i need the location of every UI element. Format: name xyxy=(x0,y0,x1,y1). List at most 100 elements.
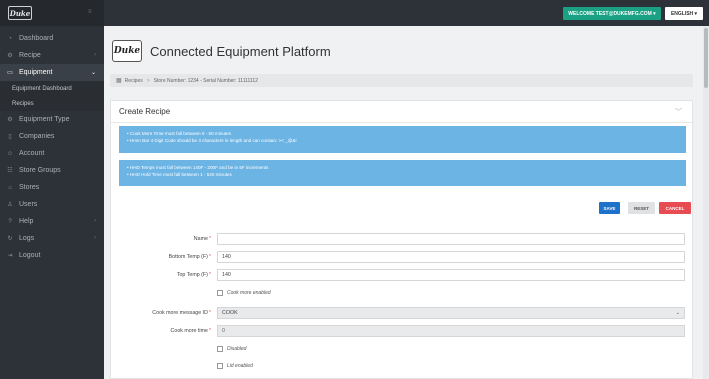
cancel-button[interactable]: CANCEL xyxy=(659,202,691,214)
logout-icon: ⇥ xyxy=(7,253,13,259)
checkbox-box[interactable] xyxy=(217,290,223,296)
collapse-chevron-icon[interactable]: ﹀ xyxy=(675,107,682,117)
recipe-icon: ⚙ xyxy=(7,53,13,59)
cook-more-message-label: Cook more message ID* xyxy=(152,310,211,316)
users-icon: ♙ xyxy=(7,202,13,208)
info-alert-cook: Cook More Time must fall between 0 - 60 … xyxy=(119,126,686,153)
checkbox-label: Cook more enabled xyxy=(227,290,271,296)
card-header: Create Recipe ﹀ xyxy=(111,101,692,123)
top-temp-input[interactable]: 140 xyxy=(217,269,685,281)
create-recipe-card: Create Recipe ﹀ Cook More Time must fall… xyxy=(110,100,693,379)
sidebar-item-account[interactable]: ☺ Account xyxy=(0,145,104,162)
scrollbar-thumb[interactable] xyxy=(704,28,708,88)
sidebar-item-store-groups[interactable]: ☷ Store Groups xyxy=(0,162,104,179)
sidebar-item-equipment[interactable]: ▭ Equipment ⌄ xyxy=(0,64,104,81)
chevron-right-icon: › xyxy=(94,218,96,224)
top-bar: WELCOME TEST@DUKEMFG.COM ▾ ENGLISH ▾ xyxy=(104,0,709,26)
sidebar-item-label: Logs xyxy=(19,235,35,242)
save-button[interactable]: SAVE xyxy=(599,202,620,214)
sidebar-item-label: Help xyxy=(19,218,34,225)
breadcrumb: ▦ Recipes > Store Number: 1234 - Serial … xyxy=(110,74,693,87)
lid-enabled-checkbox[interactable]: Lid enabled xyxy=(217,361,253,371)
menu-toggle-icon[interactable]: ≡ xyxy=(88,9,93,15)
page-title: Connected Equipment Platform xyxy=(150,43,331,59)
building-icon: ▯ xyxy=(8,134,12,140)
chevron-right-icon: › xyxy=(94,52,96,58)
sidebar-item-label: Users xyxy=(19,201,38,208)
checkbox-label: Disabled xyxy=(227,346,247,352)
grid-icon: ▦ xyxy=(116,78,122,84)
language-dropdown[interactable]: ENGLISH ▾ xyxy=(665,7,703,20)
sidebar-item-label: Recipe xyxy=(19,52,41,59)
bottom-temp-row: Bottom Temp (F)* 140 xyxy=(111,251,694,263)
store-icon: ⌂ xyxy=(8,184,12,191)
cook-more-enabled-checkbox[interactable]: Cook more enabled xyxy=(217,288,271,298)
main-content: Duke Connected Equipment Platform ▦ Reci… xyxy=(104,26,703,379)
sidebar-item-label: Dashboard xyxy=(19,35,54,42)
help-icon: ? xyxy=(8,218,12,225)
cook-more-message-select[interactable]: COOK ⌄ xyxy=(217,307,685,319)
info-line: HHD Temps must fall between 140F - 200F … xyxy=(127,164,678,171)
info-line: HHD Hold Time must fall between 1 - 540 … xyxy=(127,171,678,178)
sidebar-item-logout[interactable]: ⇥ Logout xyxy=(0,247,104,264)
bottom-temp-input[interactable]: 140 xyxy=(217,251,685,263)
sidebar-item-label: Logout xyxy=(19,252,41,259)
disabled-checkbox[interactable]: Disabled xyxy=(217,344,246,354)
sidebar-item-label: Account xyxy=(19,150,45,157)
breadcrumb-current: Store Number: 1234 - Serial Number: 1111… xyxy=(153,77,258,84)
sidebar-item-recipe[interactable]: ⚙ Recipe › xyxy=(0,47,104,64)
cook-more-time-row: Cook more time* 0 xyxy=(111,325,694,337)
card-title: Create Recipe xyxy=(119,107,171,116)
sidebar-item-dashboard[interactable]: ◔ Dashboard xyxy=(0,30,104,47)
reset-button[interactable]: RESET xyxy=(628,202,655,214)
dashboard-icon: ◔ xyxy=(8,35,12,42)
select-value: COOK xyxy=(222,310,238,316)
sidebar-item-label: Equipment Type xyxy=(19,116,70,123)
brand-logo[interactable]: Duke xyxy=(8,6,32,20)
submenu-item-recipes[interactable]: Recipes xyxy=(0,96,104,111)
group-icon: ☷ xyxy=(7,168,13,174)
sidebar-item-label: Equipment xyxy=(19,69,53,76)
sidebar-item-label: Companies xyxy=(19,133,55,140)
sidebar-item-help[interactable]: ? Help › xyxy=(0,213,104,230)
sidebar-menu: ◔ Dashboard ⚙ Recipe › ▭ Equipment ⌄ Equipment D… xyxy=(0,26,104,264)
chevron-right-icon: › xyxy=(94,235,96,241)
submenu-item-equipment-dashboard[interactable]: Equipment Dashboard xyxy=(0,81,104,96)
page-header: Duke Connected Equipment Platform xyxy=(112,36,331,66)
top-temp-label: Top Temp (F)* xyxy=(176,272,211,278)
user-menu-button[interactable]: WELCOME TEST@DUKEMFG.COM ▾ xyxy=(563,7,661,20)
sidebar-item-companies[interactable]: ▯ Companies xyxy=(0,128,104,145)
sidebar-item-logs[interactable]: ↻ Logs › xyxy=(0,230,104,247)
info-line: Hmm Bar 4 Digit Code should be 4 charact… xyxy=(127,137,678,144)
logs-icon: ↻ xyxy=(7,236,13,242)
settings-icon: ⚙ xyxy=(7,117,13,123)
equipment-submenu: Equipment Dashboard Recipes xyxy=(0,81,104,111)
checkbox-label: Lid enabled xyxy=(227,363,253,369)
chevron-down-icon: ⌄ xyxy=(90,70,96,76)
info-alert-hhd: HHD Temps must fall between 140F - 200F … xyxy=(119,160,686,186)
sidebar-item-stores[interactable]: ⌂ Stores xyxy=(0,179,104,196)
breadcrumb-separator: > xyxy=(146,77,150,84)
sidebar-item-label: Stores xyxy=(19,184,40,191)
chevron-down-icon: ⌄ xyxy=(675,310,680,316)
user-icon: ☺ xyxy=(6,150,14,157)
checkbox-box[interactable] xyxy=(217,363,223,369)
monitor-icon: ▭ xyxy=(7,70,13,76)
name-row: Name* xyxy=(111,233,694,245)
info-line: Cook More Time must fall between 0 - 60 … xyxy=(127,130,678,137)
sidebar-logo-area: Duke ≡ xyxy=(0,0,104,26)
name-label: Name* xyxy=(193,236,211,242)
cook-more-time-label: Cook more time* xyxy=(170,328,211,334)
sidebar: Duke ≡ ◔ Dashboard ⚙ Recipe › ▭ Equipment ⌄ Equi… xyxy=(0,0,104,379)
sidebar-item-users[interactable]: ♙ Users xyxy=(0,196,104,213)
sidebar-item-equipment-type[interactable]: ⚙ Equipment Type xyxy=(0,111,104,128)
cook-more-message-row: Cook more message ID* COOK ⌄ xyxy=(111,307,694,319)
sidebar-item-label: Store Groups xyxy=(19,167,61,174)
bottom-temp-label: Bottom Temp (F)* xyxy=(168,254,211,260)
checkbox-box[interactable] xyxy=(217,346,223,352)
brand-logo-large: Duke xyxy=(112,40,142,62)
top-temp-row: Top Temp (F)* 140 xyxy=(111,269,694,281)
name-input[interactable] xyxy=(217,233,685,245)
breadcrumb-recipes-link[interactable]: Recipes xyxy=(125,78,143,84)
cook-more-time-input[interactable]: 0 xyxy=(217,325,685,337)
